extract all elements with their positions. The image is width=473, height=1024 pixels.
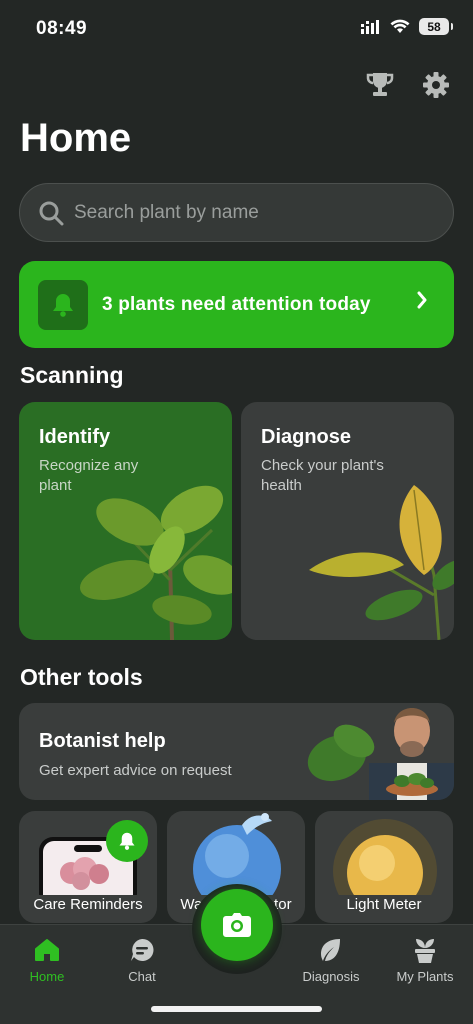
tab-chat-label: Chat <box>128 969 156 984</box>
diagnose-title: Diagnose <box>261 426 352 448</box>
tab-home[interactable]: Home <box>2 935 92 984</box>
attention-text: 3 plants need attention today <box>102 293 371 315</box>
search-input[interactable] <box>74 201 434 224</box>
search-bar[interactable] <box>19 183 454 242</box>
botanist-subtitle: Get expert advice on request <box>39 762 232 779</box>
care-reminders-label: Care Reminders <box>33 896 143 913</box>
tab-diagnosis-label: Diagnosis <box>302 969 360 984</box>
botanist-title: Botanist help <box>39 730 166 752</box>
signal-icon <box>361 19 379 34</box>
leaf-icon <box>321 939 340 961</box>
reminder-bell-badge <box>106 820 148 862</box>
diagnose-card[interactable]: Diagnose Check your plant's health <box>241 402 454 640</box>
identify-title: Identify <box>39 426 111 448</box>
tab-my-plants[interactable]: My Plants <box>380 935 470 984</box>
identify-card[interactable]: Identify Recognize any plant <box>19 402 232 640</box>
attention-banner[interactable]: 3 plants need attention today <box>19 261 454 348</box>
trophy-icon[interactable] <box>363 70 397 100</box>
camera-icon <box>223 913 251 937</box>
light-meter-tile[interactable]: Light Meter <box>315 811 453 923</box>
tab-chat[interactable]: Chat <box>97 935 187 984</box>
battery-indicator: 58 <box>419 18 453 35</box>
status-time: 08:49 <box>36 18 88 39</box>
botanist-help-card[interactable]: Botanist help Get expert advice on reque… <box>19 703 454 800</box>
plant-pot-icon <box>415 939 435 963</box>
header-actions <box>363 70 453 100</box>
tab-home-label: Home <box>29 969 65 984</box>
search-icon <box>39 201 64 225</box>
status-icons: 58 <box>361 18 453 35</box>
wifi-icon <box>390 19 410 33</box>
tab-my-plants-label: My Plants <box>396 969 454 984</box>
light-meter-label: Light Meter <box>346 896 422 913</box>
scanning-section-title: Scanning <box>20 362 124 388</box>
botanist-photo <box>307 708 454 800</box>
fiddle-leaf-plant-image <box>80 485 232 640</box>
tab-diagnosis[interactable]: Diagnosis <box>286 935 376 984</box>
camera-scan-button[interactable] <box>201 889 273 961</box>
bell-icon <box>53 293 73 317</box>
attention-bell-box <box>38 279 88 330</box>
light-bulb-image <box>333 819 437 895</box>
gear-icon[interactable] <box>419 70 453 100</box>
other-tools-section-title: Other tools <box>20 664 143 690</box>
chevron-right-icon <box>417 291 427 309</box>
status-bar: 08:49 58 <box>0 0 473 60</box>
bell-icon <box>119 832 135 850</box>
home-indicator <box>151 1006 322 1012</box>
home-icon <box>35 939 59 961</box>
diseased-plant-image <box>309 485 454 640</box>
chat-icon <box>131 938 154 961</box>
page-title: Home <box>20 116 132 160</box>
water-drop-image <box>193 813 281 895</box>
